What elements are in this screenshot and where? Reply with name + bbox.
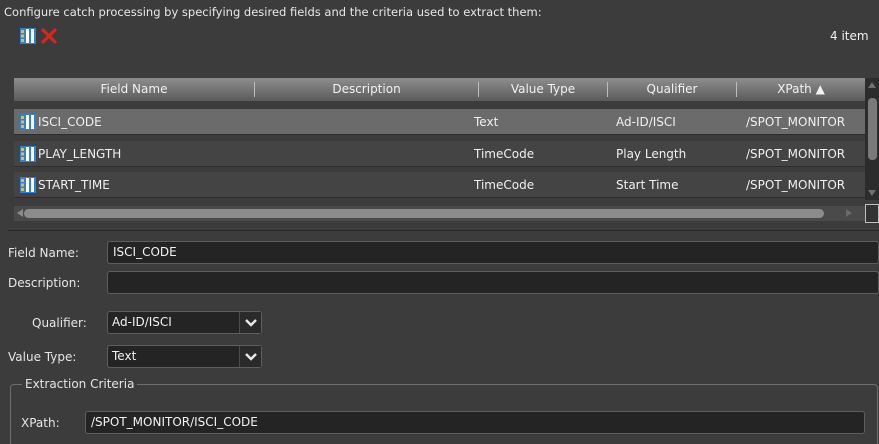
divider <box>8 230 879 231</box>
cell-value-type: Text <box>474 115 499 129</box>
field-icon <box>20 114 36 130</box>
xpath-input[interactable]: /SPOT_MONITOR/ISCI_CODE <box>85 411 865 434</box>
horizontal-scroll-thumb[interactable] <box>24 209 824 218</box>
chevron-down-icon[interactable] <box>239 312 261 333</box>
scroll-corner <box>865 204 879 223</box>
field-name-label: Field Name: <box>8 246 79 260</box>
value-type-value: Text <box>112 349 137 363</box>
cell-xpath: /SPOT_MONITOR <box>746 147 846 161</box>
add-field-icon[interactable] <box>20 28 36 44</box>
scroll-down-icon[interactable] <box>868 190 876 196</box>
cell-xpath: /SPOT_MONITOR <box>746 115 846 129</box>
xpath-label: XPath: <box>21 416 60 430</box>
value-type-label: Value Type: <box>8 350 77 364</box>
table-row[interactable]: PLAY_LENGTH TimeCode Play Length /SPOT_M… <box>14 141 865 167</box>
instructions-text: Configure catch processing by specifying… <box>4 5 542 19</box>
cell-value-type: TimeCode <box>474 147 535 161</box>
chevron-down-icon[interactable] <box>239 346 261 367</box>
cell-qualifier: Ad-ID/ISCI <box>616 115 676 129</box>
field-icon <box>20 146 36 162</box>
field-icon <box>20 177 36 193</box>
cell-field-name: ISCI_CODE <box>38 115 102 129</box>
table-row[interactable]: START_TIME TimeCode Start Time /SPOT_MON… <box>14 172 865 198</box>
vertical-scroll-thumb[interactable] <box>868 98 877 160</box>
column-header-value-type[interactable]: Value Type <box>479 78 607 101</box>
cell-qualifier: Play Length <box>616 147 687 161</box>
scroll-right-icon[interactable] <box>846 209 852 217</box>
cell-field-name: PLAY_LENGTH <box>38 147 122 161</box>
item-count: 4 item <box>830 29 869 43</box>
description-label: Description: <box>8 276 81 290</box>
column-header-description[interactable]: Description <box>255 78 478 101</box>
scroll-left-icon[interactable] <box>17 209 23 217</box>
column-header-xpath[interactable]: XPath ▲ <box>737 78 865 101</box>
qualifier-label: Qualifier: <box>32 316 87 330</box>
column-header-qualifier[interactable]: Qualifier <box>608 78 736 101</box>
scroll-up-icon[interactable] <box>868 82 876 88</box>
cell-field-name: START_TIME <box>38 178 110 192</box>
cell-qualifier: Start Time <box>616 178 679 192</box>
qualifier-value: Ad-ID/ISCI <box>112 315 172 329</box>
value-type-select[interactable]: Text <box>107 345 262 368</box>
cell-value-type: TimeCode <box>474 178 535 192</box>
cell-xpath: /SPOT_MONITOR <box>746 178 846 192</box>
description-input[interactable] <box>107 271 879 294</box>
column-header-field-name[interactable]: Field Name <box>14 78 254 101</box>
qualifier-select[interactable]: Ad-ID/ISCI <box>107 311 262 334</box>
field-name-input[interactable]: ISCI_CODE <box>107 241 879 264</box>
delete-icon[interactable] <box>40 27 58 45</box>
table-row[interactable]: ISCI_CODE Text Ad-ID/ISCI /SPOT_MONITOR <box>14 109 865 135</box>
extraction-criteria-title: Extraction Criteria <box>22 377 138 391</box>
